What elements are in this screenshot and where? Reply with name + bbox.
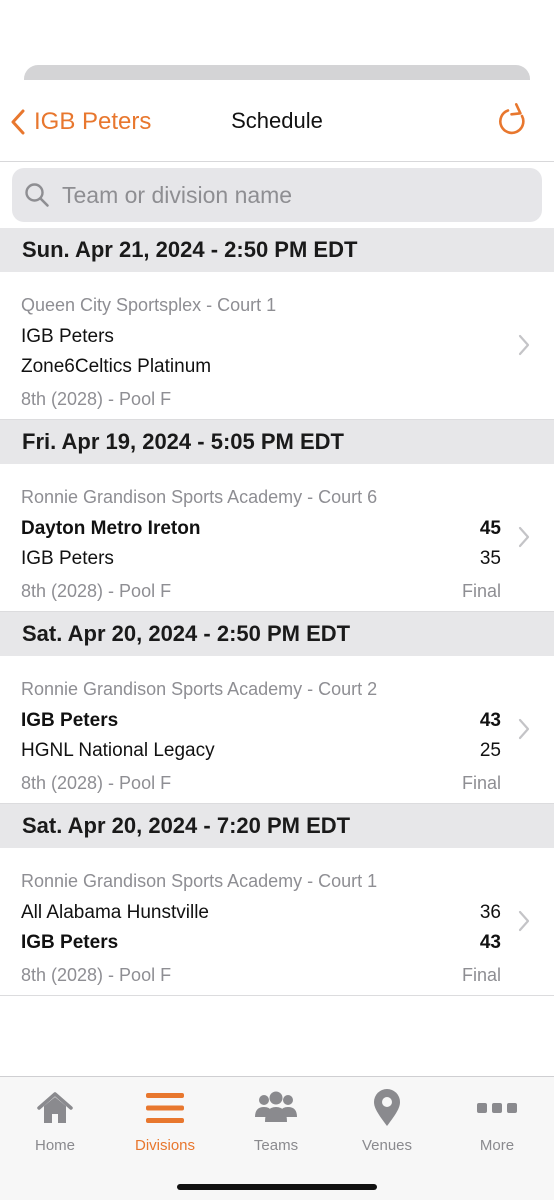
- game-section: Fri. Apr 19, 2024 - 5:05 PM EDT Ronnie G…: [0, 420, 554, 612]
- tab-teams[interactable]: Teams: [226, 1087, 326, 1157]
- game-date-header: Fri. Apr 19, 2024 - 5:05 PM EDT: [0, 420, 554, 464]
- tab-label: Teams: [253, 1137, 299, 1154]
- chevron-right-icon: [518, 526, 530, 548]
- team-2-name: Zone6Celtics Platinum: [21, 356, 212, 377]
- game-status: Final: [461, 773, 501, 793]
- venue-label: Ronnie Grandison Sports Academy - Court …: [21, 871, 378, 891]
- game-section: Sat. Apr 20, 2024 - 2:50 PM EDT Ronnie G…: [0, 612, 554, 804]
- team-1-name: IGB Peters: [21, 710, 119, 731]
- game-section: Sun. Apr 21, 2024 - 2:50 PM EDT Queen Ci…: [0, 228, 554, 420]
- team-2-score: 25: [479, 740, 501, 761]
- more-dots-icon: [477, 1103, 517, 1113]
- venue-label: Ronnie Grandison Sports Academy - Court …: [21, 487, 378, 507]
- team-2-name: IGB Peters: [21, 548, 114, 569]
- people-icon: [255, 1091, 297, 1122]
- tab-bar: Home Divisions Teams Venues More: [0, 1076, 554, 1200]
- team-2-name: HGNL National Legacy: [21, 740, 215, 761]
- game-status: Final: [461, 581, 501, 601]
- tab-label: Home: [34, 1137, 75, 1154]
- team-2-name: IGB Peters: [21, 932, 119, 953]
- division-label: 8th (2028) - Pool F: [21, 389, 172, 409]
- tab-label: Venues: [361, 1137, 413, 1154]
- tab-home[interactable]: Home: [5, 1087, 105, 1157]
- home-indicator: [177, 1184, 377, 1190]
- refresh-button[interactable]: [496, 102, 530, 140]
- team-2-score: 35: [479, 548, 501, 569]
- team-1-name: IGB Peters: [21, 326, 114, 347]
- home-icon: [37, 1092, 73, 1123]
- search-field-container[interactable]: [12, 168, 542, 222]
- game-section: Sat. Apr 20, 2024 - 7:20 PM EDT Ronnie G…: [0, 804, 554, 996]
- division-label: 8th (2028) - Pool F: [21, 581, 172, 601]
- tab-divisions[interactable]: Divisions: [115, 1087, 215, 1157]
- venue-label: Ronnie Grandison Sports Academy - Court …: [21, 679, 378, 699]
- game-date-header: Sat. Apr 20, 2024 - 2:50 PM EDT: [0, 612, 554, 656]
- team-1-score: 43: [479, 710, 501, 731]
- team-1-name: All Alabama Hunstville: [21, 902, 209, 923]
- team-1-score: 45: [479, 518, 501, 539]
- game-date-header: Sun. Apr 21, 2024 - 2:50 PM EDT: [0, 228, 554, 272]
- navigation-bar: IGB Peters Schedule: [0, 80, 554, 162]
- tab-label: Divisions: [134, 1137, 195, 1154]
- team-2-score: 43: [479, 932, 501, 953]
- division-label: 8th (2028) - Pool F: [21, 965, 172, 985]
- team-1-name: Dayton Metro Ireton: [21, 518, 201, 539]
- tab-venues[interactable]: Venues: [337, 1087, 437, 1157]
- refresh-icon: [499, 103, 525, 135]
- tab-label: More: [479, 1137, 515, 1154]
- division-label: 8th (2028) - Pool F: [21, 773, 172, 793]
- game-row[interactable]: Ronnie Grandison Sports Academy - Court …: [0, 656, 554, 804]
- team-1-score: 36: [479, 902, 501, 923]
- tab-more[interactable]: More: [447, 1087, 547, 1157]
- game-status: Final: [461, 965, 501, 985]
- page-title: Schedule: [231, 108, 323, 133]
- search-bar: [12, 168, 542, 222]
- chevron-right-icon: [518, 910, 530, 932]
- chevron-right-icon: [518, 718, 530, 740]
- game-row[interactable]: Ronnie Grandison Sports Academy - Court …: [0, 464, 554, 612]
- search-input[interactable]: [62, 181, 502, 209]
- chevron-right-icon: [518, 334, 530, 356]
- list-icon: [146, 1093, 184, 1123]
- venue-label: Queen City Sportsplex - Court 1: [21, 295, 277, 315]
- game-date-header: Sat. Apr 20, 2024 - 7:20 PM EDT: [0, 804, 554, 848]
- location-pin-icon: [374, 1089, 400, 1126]
- game-row[interactable]: Ronnie Grandison Sports Academy - Court …: [0, 848, 554, 996]
- search-icon: [25, 183, 49, 207]
- game-row[interactable]: Queen City Sportsplex - Court 1 IGB Pete…: [0, 272, 554, 420]
